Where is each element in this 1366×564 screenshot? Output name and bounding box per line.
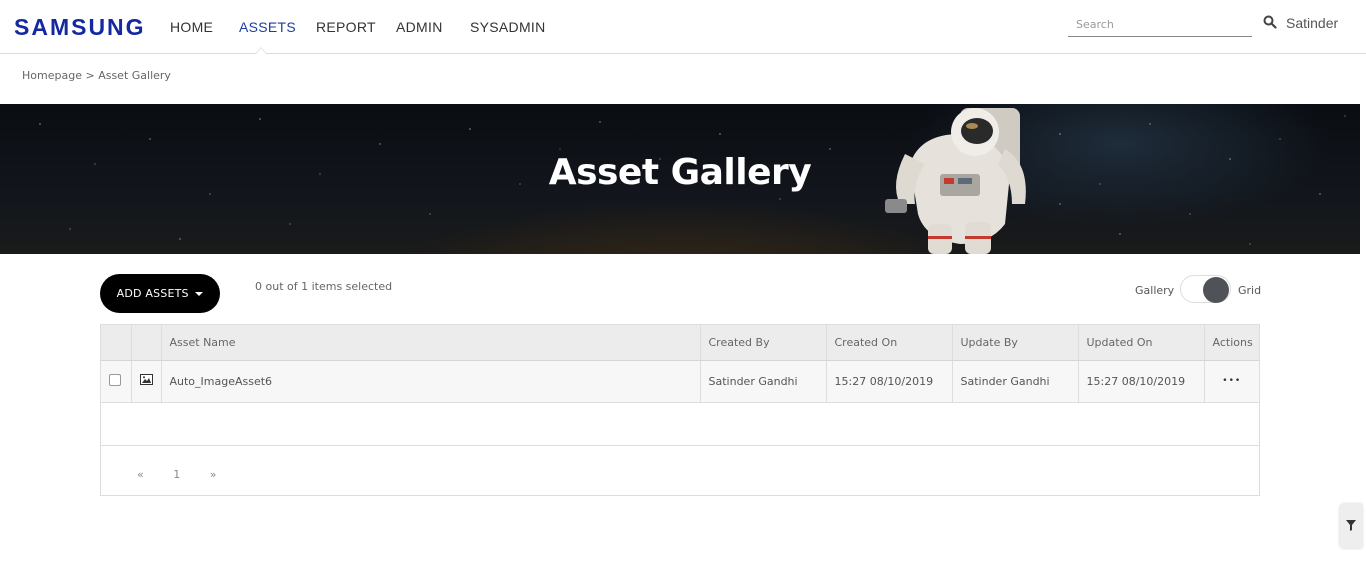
empty-row [101, 402, 1259, 446]
active-nav-caret [255, 47, 267, 54]
breadcrumb: Homepage > Asset Gallery [22, 69, 171, 82]
user-menu[interactable]: Satinder [1286, 15, 1338, 31]
breadcrumb-current: Asset Gallery [98, 69, 171, 82]
pagination: « 1 » [137, 468, 242, 481]
add-assets-label: ADD ASSETS [116, 287, 189, 300]
updated-on-cell: 15:27 08/10/2019 [1078, 360, 1205, 403]
search-input[interactable] [1068, 12, 1252, 37]
header-created-by[interactable]: Created By [700, 325, 827, 361]
nav-sysadmin[interactable]: SYSADMIN [470, 19, 546, 35]
row-checkbox[interactable] [109, 373, 121, 386]
search-icon[interactable] [1263, 15, 1277, 29]
table-header-row: Asset Name Created By Created On Update … [101, 325, 1259, 361]
breadcrumb-separator: > [85, 69, 95, 82]
table-row[interactable]: Auto_ImageAsset6 Satinder Gandhi 15:27 0… [101, 360, 1259, 403]
header-type [131, 325, 162, 361]
breadcrumb-home[interactable]: Homepage [22, 69, 82, 82]
image-icon [139, 374, 153, 385]
view-toggle-switch[interactable] [1180, 275, 1231, 303]
filter-icon [1346, 520, 1356, 531]
row-actions-menu[interactable]: ••• [1204, 360, 1259, 403]
hero-banner: Asset Gallery [0, 104, 1360, 254]
asset-table: Asset Name Created By Created On Update … [100, 324, 1260, 496]
header-actions: Actions [1204, 325, 1259, 361]
header-updated-on[interactable]: Updated On [1078, 325, 1205, 361]
nav-assets[interactable]: ASSETS [239, 19, 296, 35]
header-select [101, 325, 132, 361]
update-by-cell: Satinder Gandhi [952, 360, 1079, 403]
caret-down-icon [195, 292, 204, 296]
pagination-next[interactable]: » [210, 468, 217, 481]
pagination-prev[interactable]: « [137, 468, 144, 481]
pagination-page-1[interactable]: 1 [173, 468, 180, 481]
toggle-knob [1203, 277, 1229, 303]
nav-admin[interactable]: ADMIN [396, 19, 443, 35]
header-update-by[interactable]: Update By [952, 325, 1079, 361]
nav-report[interactable]: REPORT [316, 19, 376, 35]
samsung-logo[interactable]: SAMSUNG [14, 14, 146, 41]
created-by-cell: Satinder Gandhi [700, 360, 827, 403]
gallery-view-label[interactable]: Gallery [1135, 284, 1174, 297]
top-nav: SAMSUNG HOME ASSETS REPORT ADMIN SYSADMI… [0, 0, 1366, 54]
created-on-cell: 15:27 08/10/2019 [826, 360, 953, 403]
asset-name-cell[interactable]: Auto_ImageAsset6 [161, 360, 701, 403]
nav-home[interactable]: HOME [170, 19, 213, 35]
selection-status: 0 out of 1 items selected [255, 280, 393, 293]
header-created-on[interactable]: Created On [826, 325, 953, 361]
filter-panel-tab[interactable] [1340, 504, 1362, 548]
grid-view-label[interactable]: Grid [1238, 284, 1261, 297]
header-asset-name[interactable]: Asset Name [161, 325, 701, 361]
page-title: Asset Gallery [548, 152, 812, 193]
add-assets-button[interactable]: ADD ASSETS [100, 274, 220, 313]
